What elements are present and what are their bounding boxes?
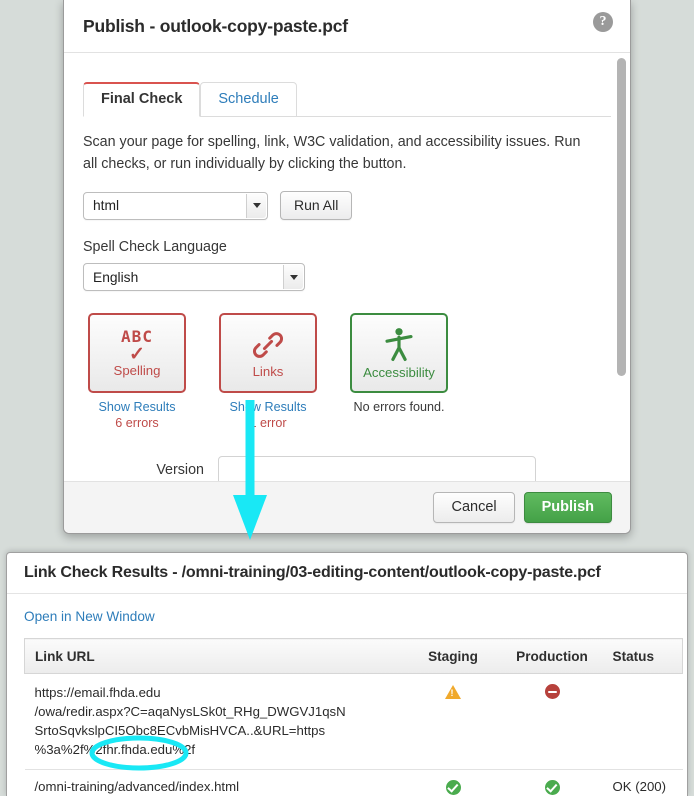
spelling-check-button[interactable]: ABC ✓ Spelling	[88, 313, 186, 394]
open-in-new-window-link[interactable]: Open in New Window	[24, 609, 155, 624]
version-description-row: VersionDescription	[83, 456, 611, 481]
link-check-results-title: Link Check Results - /omni-training/03-e…	[24, 564, 601, 581]
output-type-row: html Run All	[83, 191, 611, 221]
checkmark-icon: ✓	[129, 343, 145, 365]
screen-root: Publish - outlook-copy-paste.pcf ? Final…	[0, 0, 694, 796]
tab-bar: Final Check Schedule	[83, 69, 611, 117]
cancel-button[interactable]: Cancel	[433, 492, 515, 523]
modal-header: Publish - outlook-copy-paste.pcf ?	[64, 0, 630, 53]
cell-production	[501, 673, 603, 770]
accessibility-person-icon	[385, 327, 413, 361]
url-line: /owa/redir.aspx?C=aqaNysLSk0t_RHg_DWGVJ1…	[34, 704, 346, 720]
accessibility-check-button[interactable]: Accessibility	[350, 313, 448, 394]
spelling-result: Show Results 6 errors	[88, 400, 186, 430]
version-description-label: VersionDescription	[156, 462, 204, 479]
link-check-results-panel: Link Check Results - /omni-training/03-e…	[6, 552, 688, 796]
denied-icon	[544, 684, 560, 700]
run-all-button[interactable]: Run All	[280, 191, 353, 221]
cell-status: OK (200)	[602, 769, 683, 796]
spell-language-value: English	[93, 269, 139, 285]
url-line: %3a%2f%2fhr.fhda.edu%2f	[34, 742, 196, 758]
output-type-value: html	[93, 198, 120, 214]
cell-link-url: https://email.fhda.edu /owa/redir.aspx?C…	[24, 673, 405, 770]
publish-button[interactable]: Publish	[523, 492, 612, 523]
link-url-text: https://email.fhda.edu /owa/redir.aspx?C…	[35, 683, 405, 760]
table-row: https://email.fhda.edu /owa/redir.aspx?C…	[24, 673, 683, 770]
url-line: SrtoSqvkslpCI5Obc8ECvbMisHVCA..&URL=http…	[34, 723, 326, 739]
links-show-results-link[interactable]: Show Results	[219, 400, 317, 414]
publish-modal: Publish - outlook-copy-paste.pcf ? Final…	[63, 0, 631, 534]
column-header-status[interactable]: Status	[602, 638, 683, 674]
url-line: https://email.fhda.edu	[34, 685, 161, 700]
cell-staging	[404, 673, 502, 770]
link-results-table: Link URL Staging Production Status https…	[24, 638, 683, 796]
chevron-down-icon	[283, 265, 303, 290]
tab-final-check[interactable]: Final Check	[83, 82, 201, 117]
links-result: Show Results 1 error	[219, 400, 317, 430]
modal-body: Final Check Schedule Scan your page for …	[64, 53, 630, 481]
column-header-staging[interactable]: Staging	[404, 638, 502, 674]
chain-link-icon	[252, 331, 284, 358]
cell-production	[501, 769, 603, 796]
modal-scrollbar-thumb[interactable]	[617, 58, 626, 376]
spell-language-label: Spell Check Language	[83, 239, 227, 256]
cell-link-url: /omni-training/advanced/index.html	[24, 769, 405, 796]
check-icon	[544, 779, 560, 795]
chevron-down-icon	[246, 193, 266, 218]
check-icon	[445, 779, 461, 795]
table-row: /omni-training/advanced/index.html OK (2…	[24, 769, 683, 796]
column-header-link-url[interactable]: Link URL	[24, 638, 405, 674]
help-icon[interactable]: ?	[593, 12, 613, 32]
modal-footer: Cancel Publish	[64, 481, 630, 533]
column-header-production[interactable]: Production	[501, 638, 603, 674]
check-links: Links Show Results 1 error	[219, 313, 317, 430]
links-check-button[interactable]: Links	[219, 313, 317, 394]
spell-language-select[interactable]: English	[83, 263, 305, 292]
warning-icon	[445, 684, 461, 699]
check-spelling: ABC ✓ Spelling Show Results 6 errors	[88, 313, 186, 430]
modal-title: Publish - outlook-copy-paste.pcf	[83, 15, 348, 36]
accessibility-result: No errors found.	[350, 400, 448, 414]
links-label: Links	[252, 363, 284, 379]
tab-schedule[interactable]: Schedule	[200, 82, 297, 117]
cell-staging	[404, 769, 502, 796]
version-description-input[interactable]	[218, 456, 536, 481]
accessibility-status-text: No errors found.	[353, 400, 445, 415]
spelling-error-count: 6 errors	[115, 416, 159, 431]
abc-checkmark-icon: ABC	[121, 326, 153, 346]
cell-status	[602, 673, 683, 770]
final-check-description: Scan your page for spelling, link, W3C v…	[83, 134, 581, 173]
table-header-row: Link URL Staging Production Status	[24, 638, 683, 674]
spelling-label: Spelling	[113, 362, 161, 378]
links-error-count: 1 error	[249, 416, 287, 431]
modal-scrollbar[interactable]	[617, 58, 626, 477]
check-accessibility: Accessibility No errors found.	[350, 313, 448, 430]
check-tiles: ABC ✓ Spelling Show Results 6 errors Lin…	[83, 313, 611, 430]
accessibility-label: Accessibility	[363, 364, 435, 380]
spelling-show-results-link[interactable]: Show Results	[88, 400, 186, 414]
link-check-results-header: Link Check Results - /omni-training/03-e…	[7, 553, 687, 594]
output-type-select[interactable]: html	[83, 191, 268, 220]
